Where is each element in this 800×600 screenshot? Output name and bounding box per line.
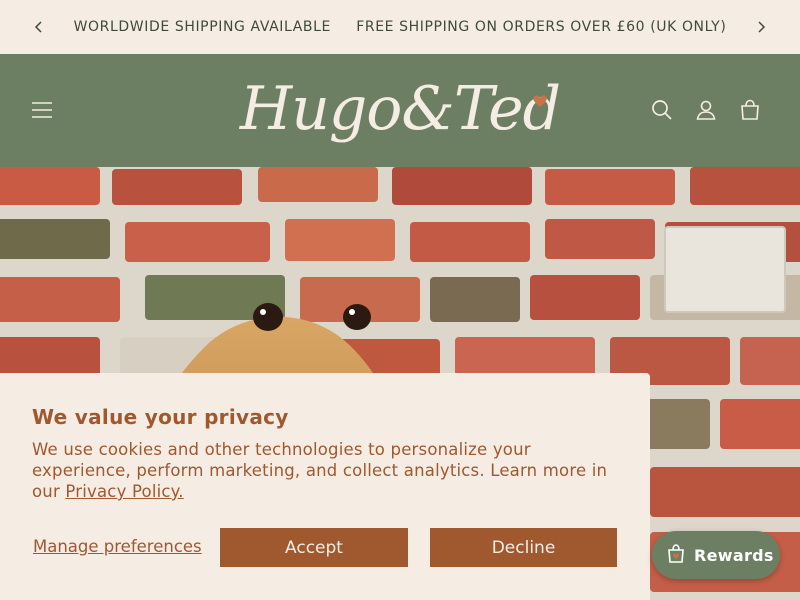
gift-bag-icon [665, 542, 687, 568]
announcement-text: WORLDWIDE SHIPPING AVAILABLE FREE SHIPPI… [73, 19, 727, 35]
logo-text: Hugo&Ted [239, 74, 561, 144]
menu-icon[interactable] [29, 97, 55, 123]
manage-preferences-link[interactable]: Manage preferences [33, 537, 202, 556]
rewards-button[interactable]: Rewards [652, 531, 780, 579]
heart-icon [533, 95, 547, 107]
cart-icon[interactable] [737, 97, 763, 123]
cookie-body: We use cookies and other technologies to… [32, 439, 612, 502]
announcement-bar: WORLDWIDE SHIPPING AVAILABLE FREE SHIPPI… [0, 0, 800, 54]
chevron-right-icon[interactable] [751, 17, 771, 37]
cookie-title: We value your privacy [32, 405, 289, 429]
accept-button[interactable]: Accept [220, 528, 408, 567]
chevron-left-icon[interactable] [29, 17, 49, 37]
cookie-banner: We value your privacy We use cookies and… [0, 373, 650, 600]
privacy-policy-link[interactable]: Privacy Policy. [65, 482, 183, 501]
account-icon[interactable] [693, 97, 719, 123]
decline-button[interactable]: Decline [430, 528, 617, 567]
site-logo[interactable]: Hugo&Ted [240, 66, 561, 152]
rewards-label: Rewards [694, 545, 774, 565]
site-header: Hugo&Ted [0, 54, 800, 167]
search-icon[interactable] [649, 97, 675, 123]
